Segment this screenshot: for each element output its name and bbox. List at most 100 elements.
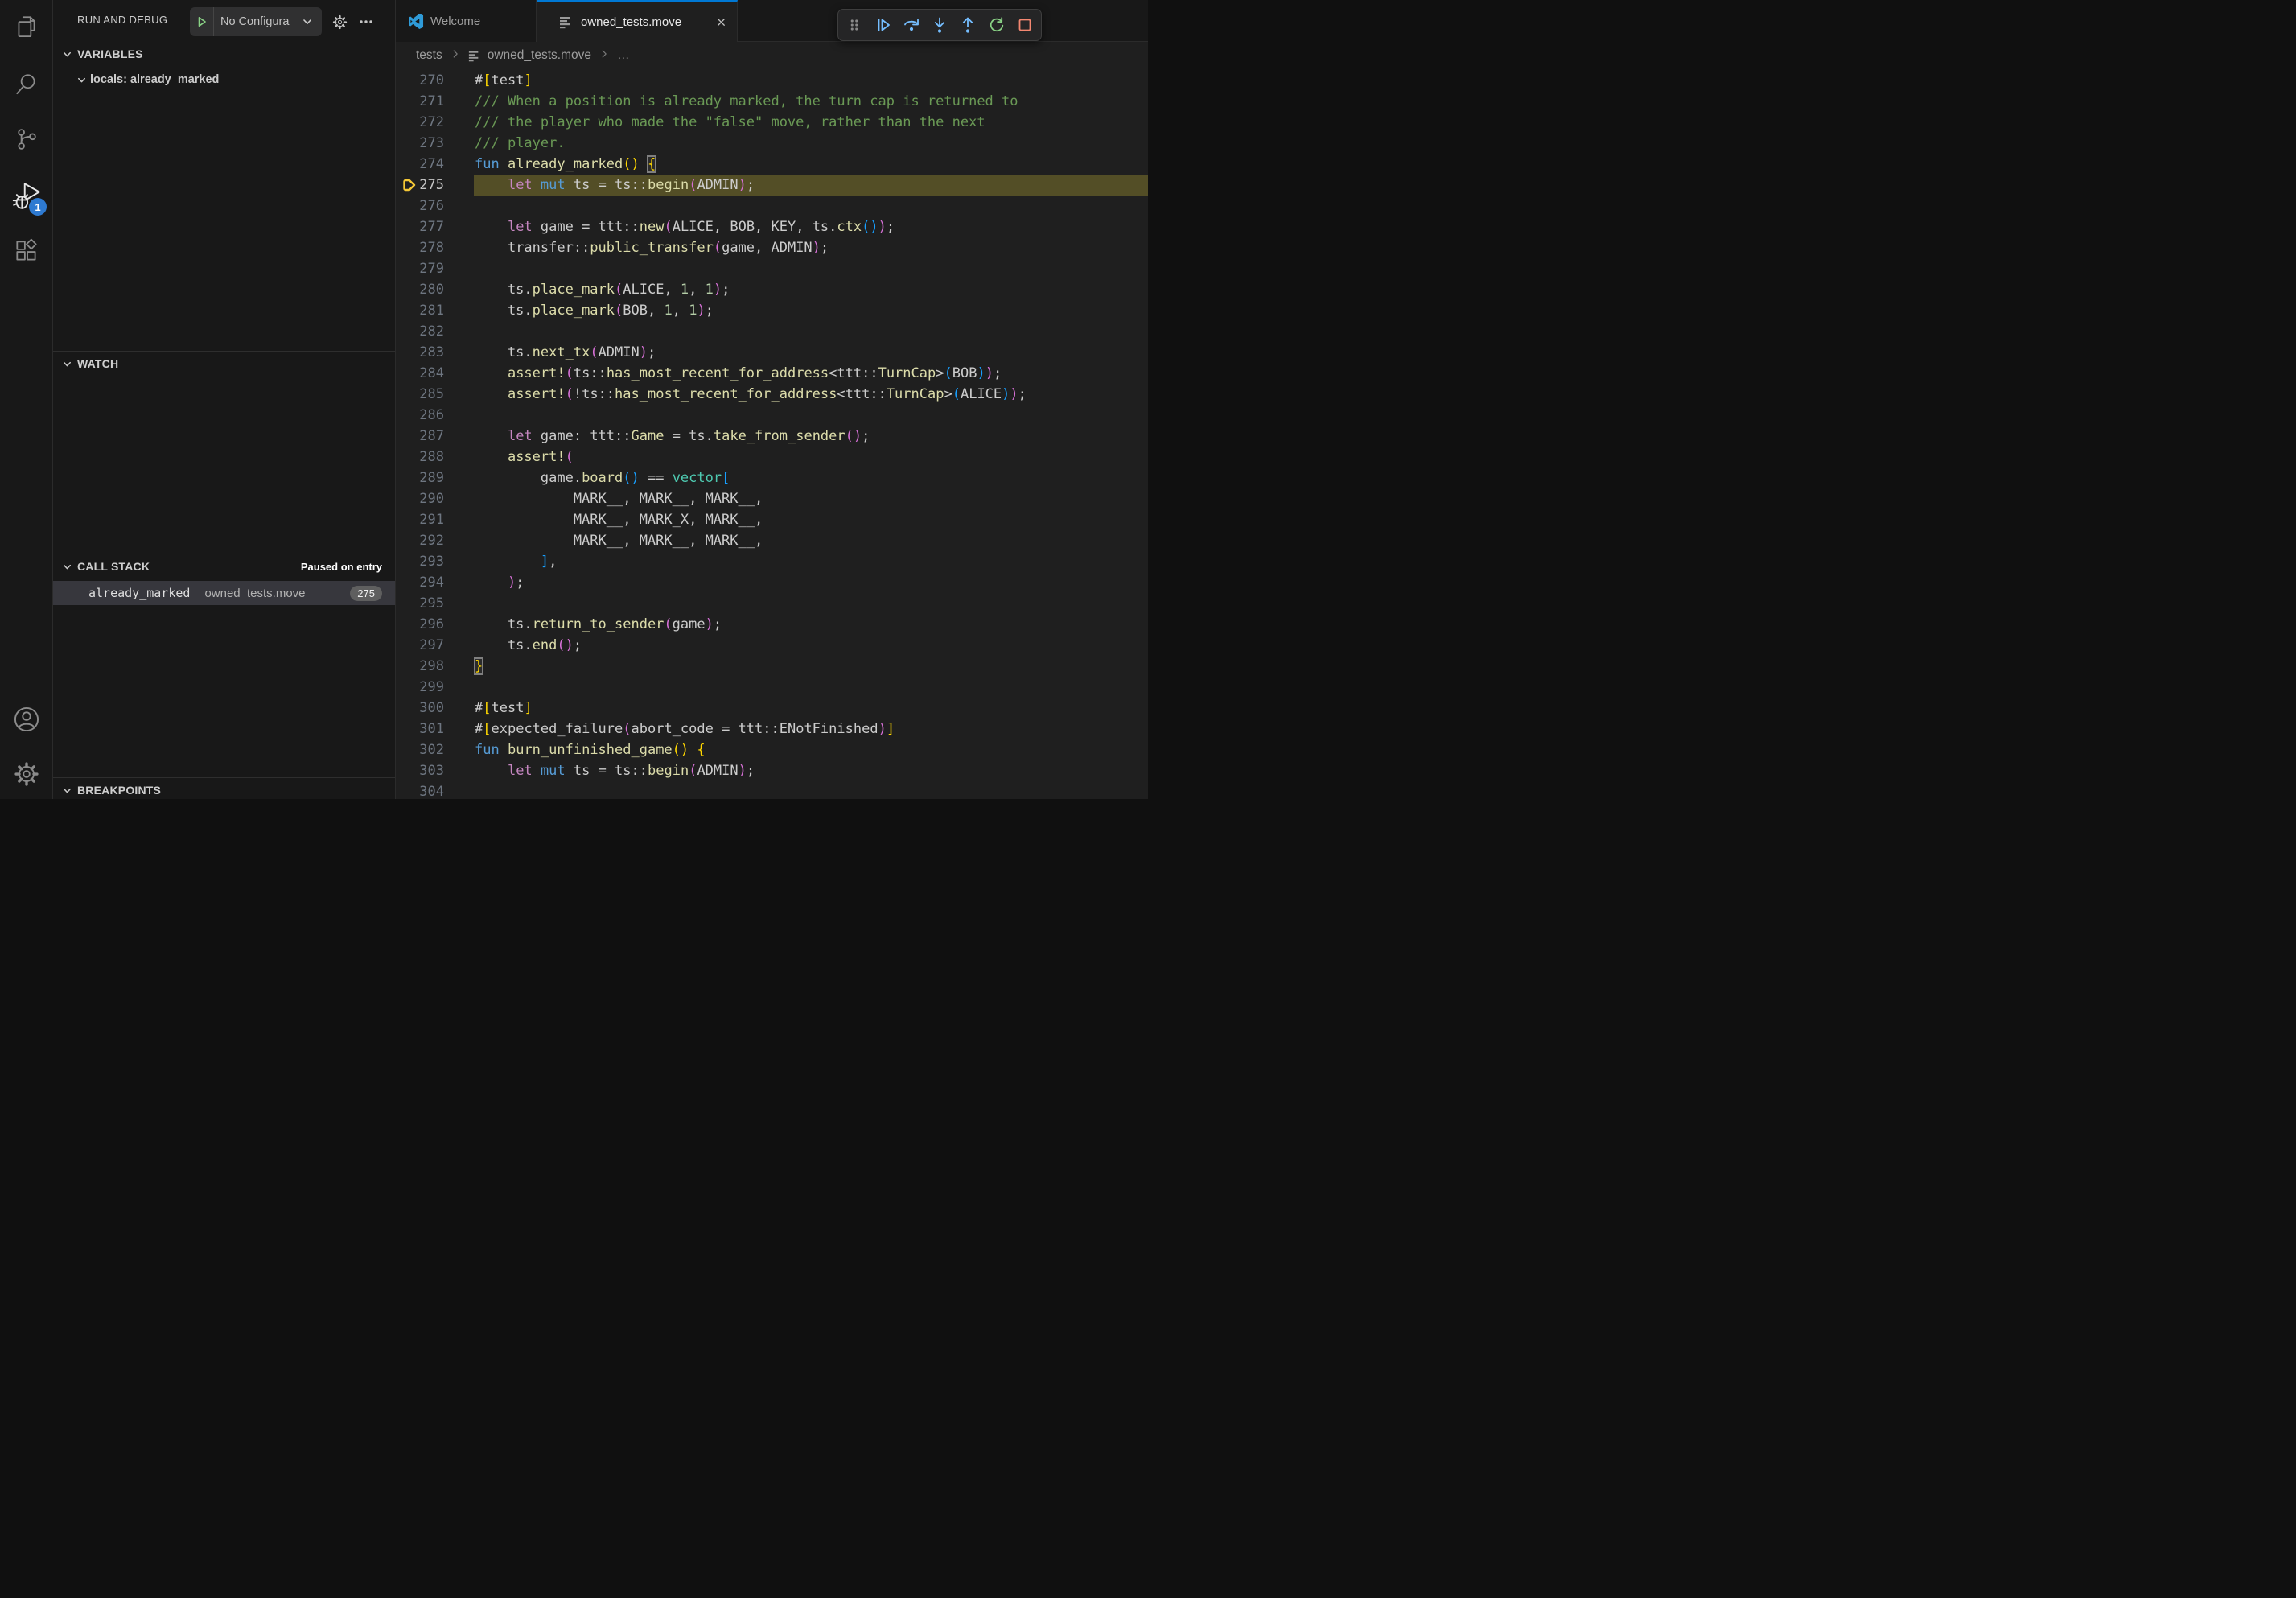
line-number[interactable]: 294 bbox=[396, 572, 444, 593]
code-line[interactable]: 282 bbox=[396, 321, 1148, 342]
line-number[interactable]: 296 bbox=[396, 614, 444, 635]
line-number[interactable]: 289 bbox=[396, 467, 444, 488]
code-line[interactable]: 292 MARK__, MARK__, MARK__, bbox=[396, 530, 1148, 551]
line-number[interactable]: 295 bbox=[396, 593, 444, 614]
restart-button[interactable] bbox=[985, 13, 1009, 37]
line-number[interactable]: 282 bbox=[396, 321, 444, 342]
step-into-button[interactable] bbox=[928, 13, 952, 37]
code-line[interactable]: 279 bbox=[396, 258, 1148, 279]
line-number[interactable]: 284 bbox=[396, 363, 444, 384]
tab-welcome[interactable]: Welcome bbox=[396, 0, 537, 42]
breadcrumb-symbol[interactable]: … bbox=[617, 48, 630, 63]
code-line[interactable]: 280 ts.place_mark(ALICE, 1, 1); bbox=[396, 279, 1148, 300]
source-control-icon[interactable] bbox=[7, 120, 46, 159]
settings-gear-icon[interactable] bbox=[7, 755, 46, 793]
tab-owned-tests-move[interactable]: owned_tests.move bbox=[537, 0, 738, 42]
code-line[interactable]: 301#[expected_failure(abort_code = ttt::… bbox=[396, 719, 1148, 739]
explorer-icon[interactable] bbox=[7, 8, 46, 47]
line-number[interactable]: 270 bbox=[396, 70, 444, 91]
line-number[interactable]: 277 bbox=[396, 216, 444, 237]
more-actions-ellipsis-icon[interactable] bbox=[356, 11, 376, 32]
line-number[interactable]: 278 bbox=[396, 237, 444, 258]
variables-locals-row[interactable]: locals: already_marked bbox=[53, 68, 395, 91]
account-icon[interactable] bbox=[7, 700, 46, 739]
code-line[interactable]: 285 assert!(!ts::has_most_recent_for_add… bbox=[396, 384, 1148, 405]
line-number[interactable]: 303 bbox=[396, 760, 444, 781]
line-number[interactable]: 285 bbox=[396, 384, 444, 405]
line-number[interactable]: 276 bbox=[396, 196, 444, 216]
call-stack-section-header[interactable]: CALL STACK Paused on entry bbox=[53, 555, 395, 578]
code-line[interactable]: 289 game.board() == vector[ bbox=[396, 467, 1148, 488]
code-line[interactable]: 281 ts.place_mark(BOB, 1, 1); bbox=[396, 300, 1148, 321]
code-line[interactable]: 277 let game = ttt::new(ALICE, BOB, KEY,… bbox=[396, 216, 1148, 237]
run-and-debug-icon[interactable]: 1 bbox=[7, 176, 46, 215]
variables-section-header[interactable]: VARIABLES bbox=[53, 43, 395, 65]
code-line[interactable]: 275 let mut ts = ts::begin(ADMIN); bbox=[396, 175, 1148, 196]
start-debugging-button[interactable] bbox=[190, 7, 214, 36]
line-number[interactable]: 280 bbox=[396, 279, 444, 300]
stop-button[interactable] bbox=[1013, 13, 1037, 37]
code-line[interactable]: 300#[test] bbox=[396, 698, 1148, 719]
code-line[interactable]: 296 ts.return_to_sender(game); bbox=[396, 614, 1148, 635]
continue-button[interactable] bbox=[871, 13, 895, 37]
drag-handle-icon[interactable] bbox=[842, 13, 866, 37]
line-number[interactable]: 279 bbox=[396, 258, 444, 279]
code-line[interactable]: 286 bbox=[396, 405, 1148, 426]
line-number[interactable]: 297 bbox=[396, 635, 444, 656]
code-line[interactable]: 291 MARK__, MARK_X, MARK__, bbox=[396, 509, 1148, 530]
code-line[interactable]: 278 transfer::public_transfer(game, ADMI… bbox=[396, 237, 1148, 258]
extensions-icon[interactable] bbox=[7, 232, 46, 270]
step-over-button[interactable] bbox=[899, 13, 924, 37]
breadcrumb-folder[interactable]: tests bbox=[416, 48, 442, 63]
line-number[interactable]: 298 bbox=[396, 656, 444, 677]
line-number[interactable]: 286 bbox=[396, 405, 444, 426]
line-number[interactable]: 272 bbox=[396, 112, 444, 133]
code-line[interactable]: 299 bbox=[396, 677, 1148, 698]
line-number[interactable]: 288 bbox=[396, 447, 444, 467]
code-line[interactable]: 276 bbox=[396, 196, 1148, 216]
search-icon[interactable] bbox=[7, 65, 46, 104]
code-line[interactable]: 290 MARK__, MARK__, MARK__, bbox=[396, 488, 1148, 509]
line-number[interactable]: 281 bbox=[396, 300, 444, 321]
line-number[interactable]: 273 bbox=[396, 133, 444, 154]
code-line[interactable]: 271/// When a position is already marked… bbox=[396, 91, 1148, 112]
line-number[interactable]: 304 bbox=[396, 781, 444, 799]
debug-settings-gear-icon[interactable] bbox=[329, 11, 350, 32]
code-line[interactable]: 293 ], bbox=[396, 551, 1148, 572]
code-line[interactable]: 287 let game: ttt::Game = ts.take_from_s… bbox=[396, 426, 1148, 447]
line-number[interactable]: 300 bbox=[396, 698, 444, 719]
code-line[interactable]: 298} bbox=[396, 656, 1148, 677]
line-number[interactable]: 293 bbox=[396, 551, 444, 572]
code-line[interactable]: 273/// player. bbox=[396, 133, 1148, 154]
breadcrumb-file[interactable]: owned_tests.move bbox=[488, 48, 591, 63]
watch-section-header[interactable]: WATCH bbox=[53, 352, 395, 375]
step-out-button[interactable] bbox=[956, 13, 980, 37]
code-lines[interactable]: 270#[test]271/// When a position is alre… bbox=[396, 70, 1148, 799]
code-line[interactable]: 272/// the player who made the "false" m… bbox=[396, 112, 1148, 133]
code-line[interactable]: 297 ts.end(); bbox=[396, 635, 1148, 656]
code-line[interactable]: 270#[test] bbox=[396, 70, 1148, 91]
call-stack-frame-row[interactable]: already_marked owned_tests.move 275 bbox=[53, 581, 395, 605]
code-line[interactable]: 303 let mut ts = ts::begin(ADMIN); bbox=[396, 760, 1148, 781]
line-number[interactable]: 283 bbox=[396, 342, 444, 363]
code-line[interactable]: 304 bbox=[396, 781, 1148, 799]
code-line[interactable]: 274fun already_marked() { bbox=[396, 154, 1148, 175]
line-number[interactable]: 301 bbox=[396, 719, 444, 739]
line-number[interactable]: 302 bbox=[396, 739, 444, 760]
line-number[interactable]: 291 bbox=[396, 509, 444, 530]
launch-configuration-dropdown[interactable]: No Configura bbox=[190, 7, 322, 36]
line-number[interactable]: 274 bbox=[396, 154, 444, 175]
line-number[interactable]: 271 bbox=[396, 91, 444, 112]
line-number[interactable]: 292 bbox=[396, 530, 444, 551]
close-icon[interactable] bbox=[715, 16, 727, 28]
code-line[interactable]: 302fun burn_unfinished_game() { bbox=[396, 739, 1148, 760]
code-line[interactable]: 283 ts.next_tx(ADMIN); bbox=[396, 342, 1148, 363]
code-line[interactable]: 284 assert!(ts::has_most_recent_for_addr… bbox=[396, 363, 1148, 384]
code-line[interactable]: 288 assert!( bbox=[396, 447, 1148, 467]
breakpoints-section-header[interactable]: BREAKPOINTS bbox=[53, 779, 395, 799]
line-number[interactable]: 287 bbox=[396, 426, 444, 447]
line-number[interactable]: 299 bbox=[396, 677, 444, 698]
code-line[interactable]: 294 ); bbox=[396, 572, 1148, 593]
code-line[interactable]: 295 bbox=[396, 593, 1148, 614]
line-number[interactable]: 290 bbox=[396, 488, 444, 509]
